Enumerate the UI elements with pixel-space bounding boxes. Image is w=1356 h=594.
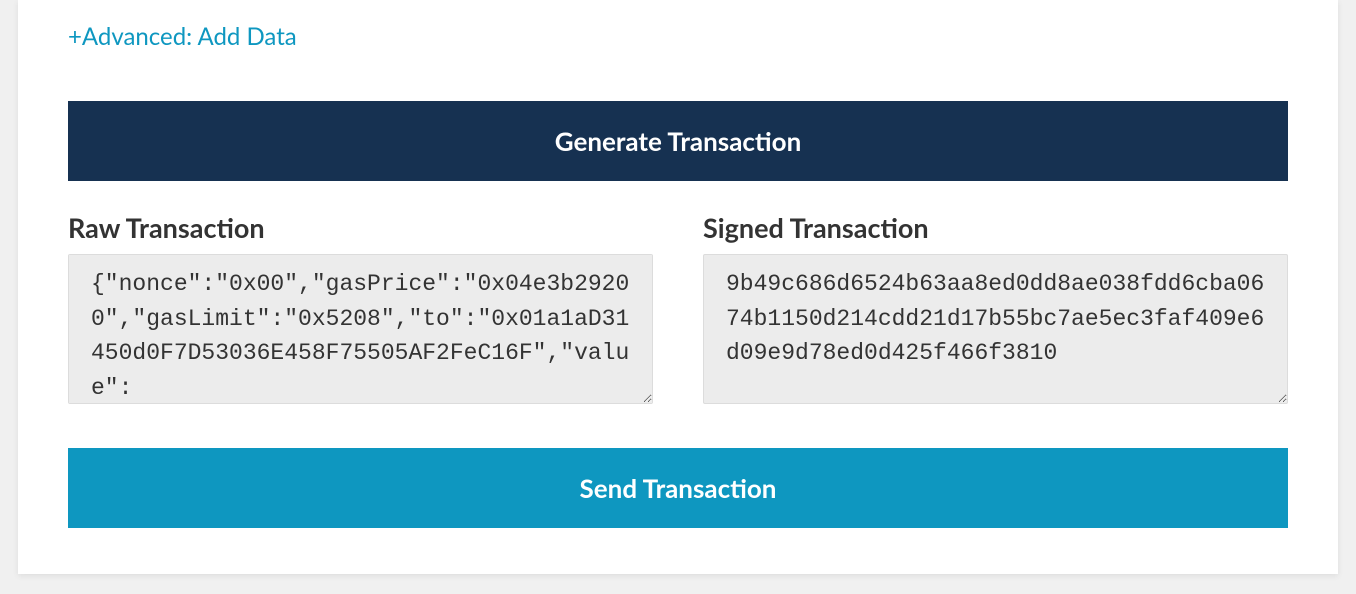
send-transaction-button[interactable]: Send Transaction bbox=[68, 448, 1288, 528]
transaction-output-row: Raw Transaction Signed Transaction bbox=[68, 211, 1288, 408]
signed-transaction-textarea[interactable] bbox=[703, 254, 1288, 404]
raw-transaction-textarea[interactable] bbox=[68, 254, 653, 404]
transaction-card: +Advanced: Add Data Generate Transaction… bbox=[18, 0, 1338, 574]
advanced-add-data-link[interactable]: +Advanced: Add Data bbox=[68, 0, 297, 61]
raw-transaction-group: Raw Transaction bbox=[68, 211, 653, 408]
generate-transaction-button[interactable]: Generate Transaction bbox=[68, 101, 1288, 181]
signed-transaction-label: Signed Transaction bbox=[703, 211, 1288, 244]
raw-transaction-label: Raw Transaction bbox=[68, 211, 653, 244]
signed-transaction-group: Signed Transaction bbox=[703, 211, 1288, 408]
